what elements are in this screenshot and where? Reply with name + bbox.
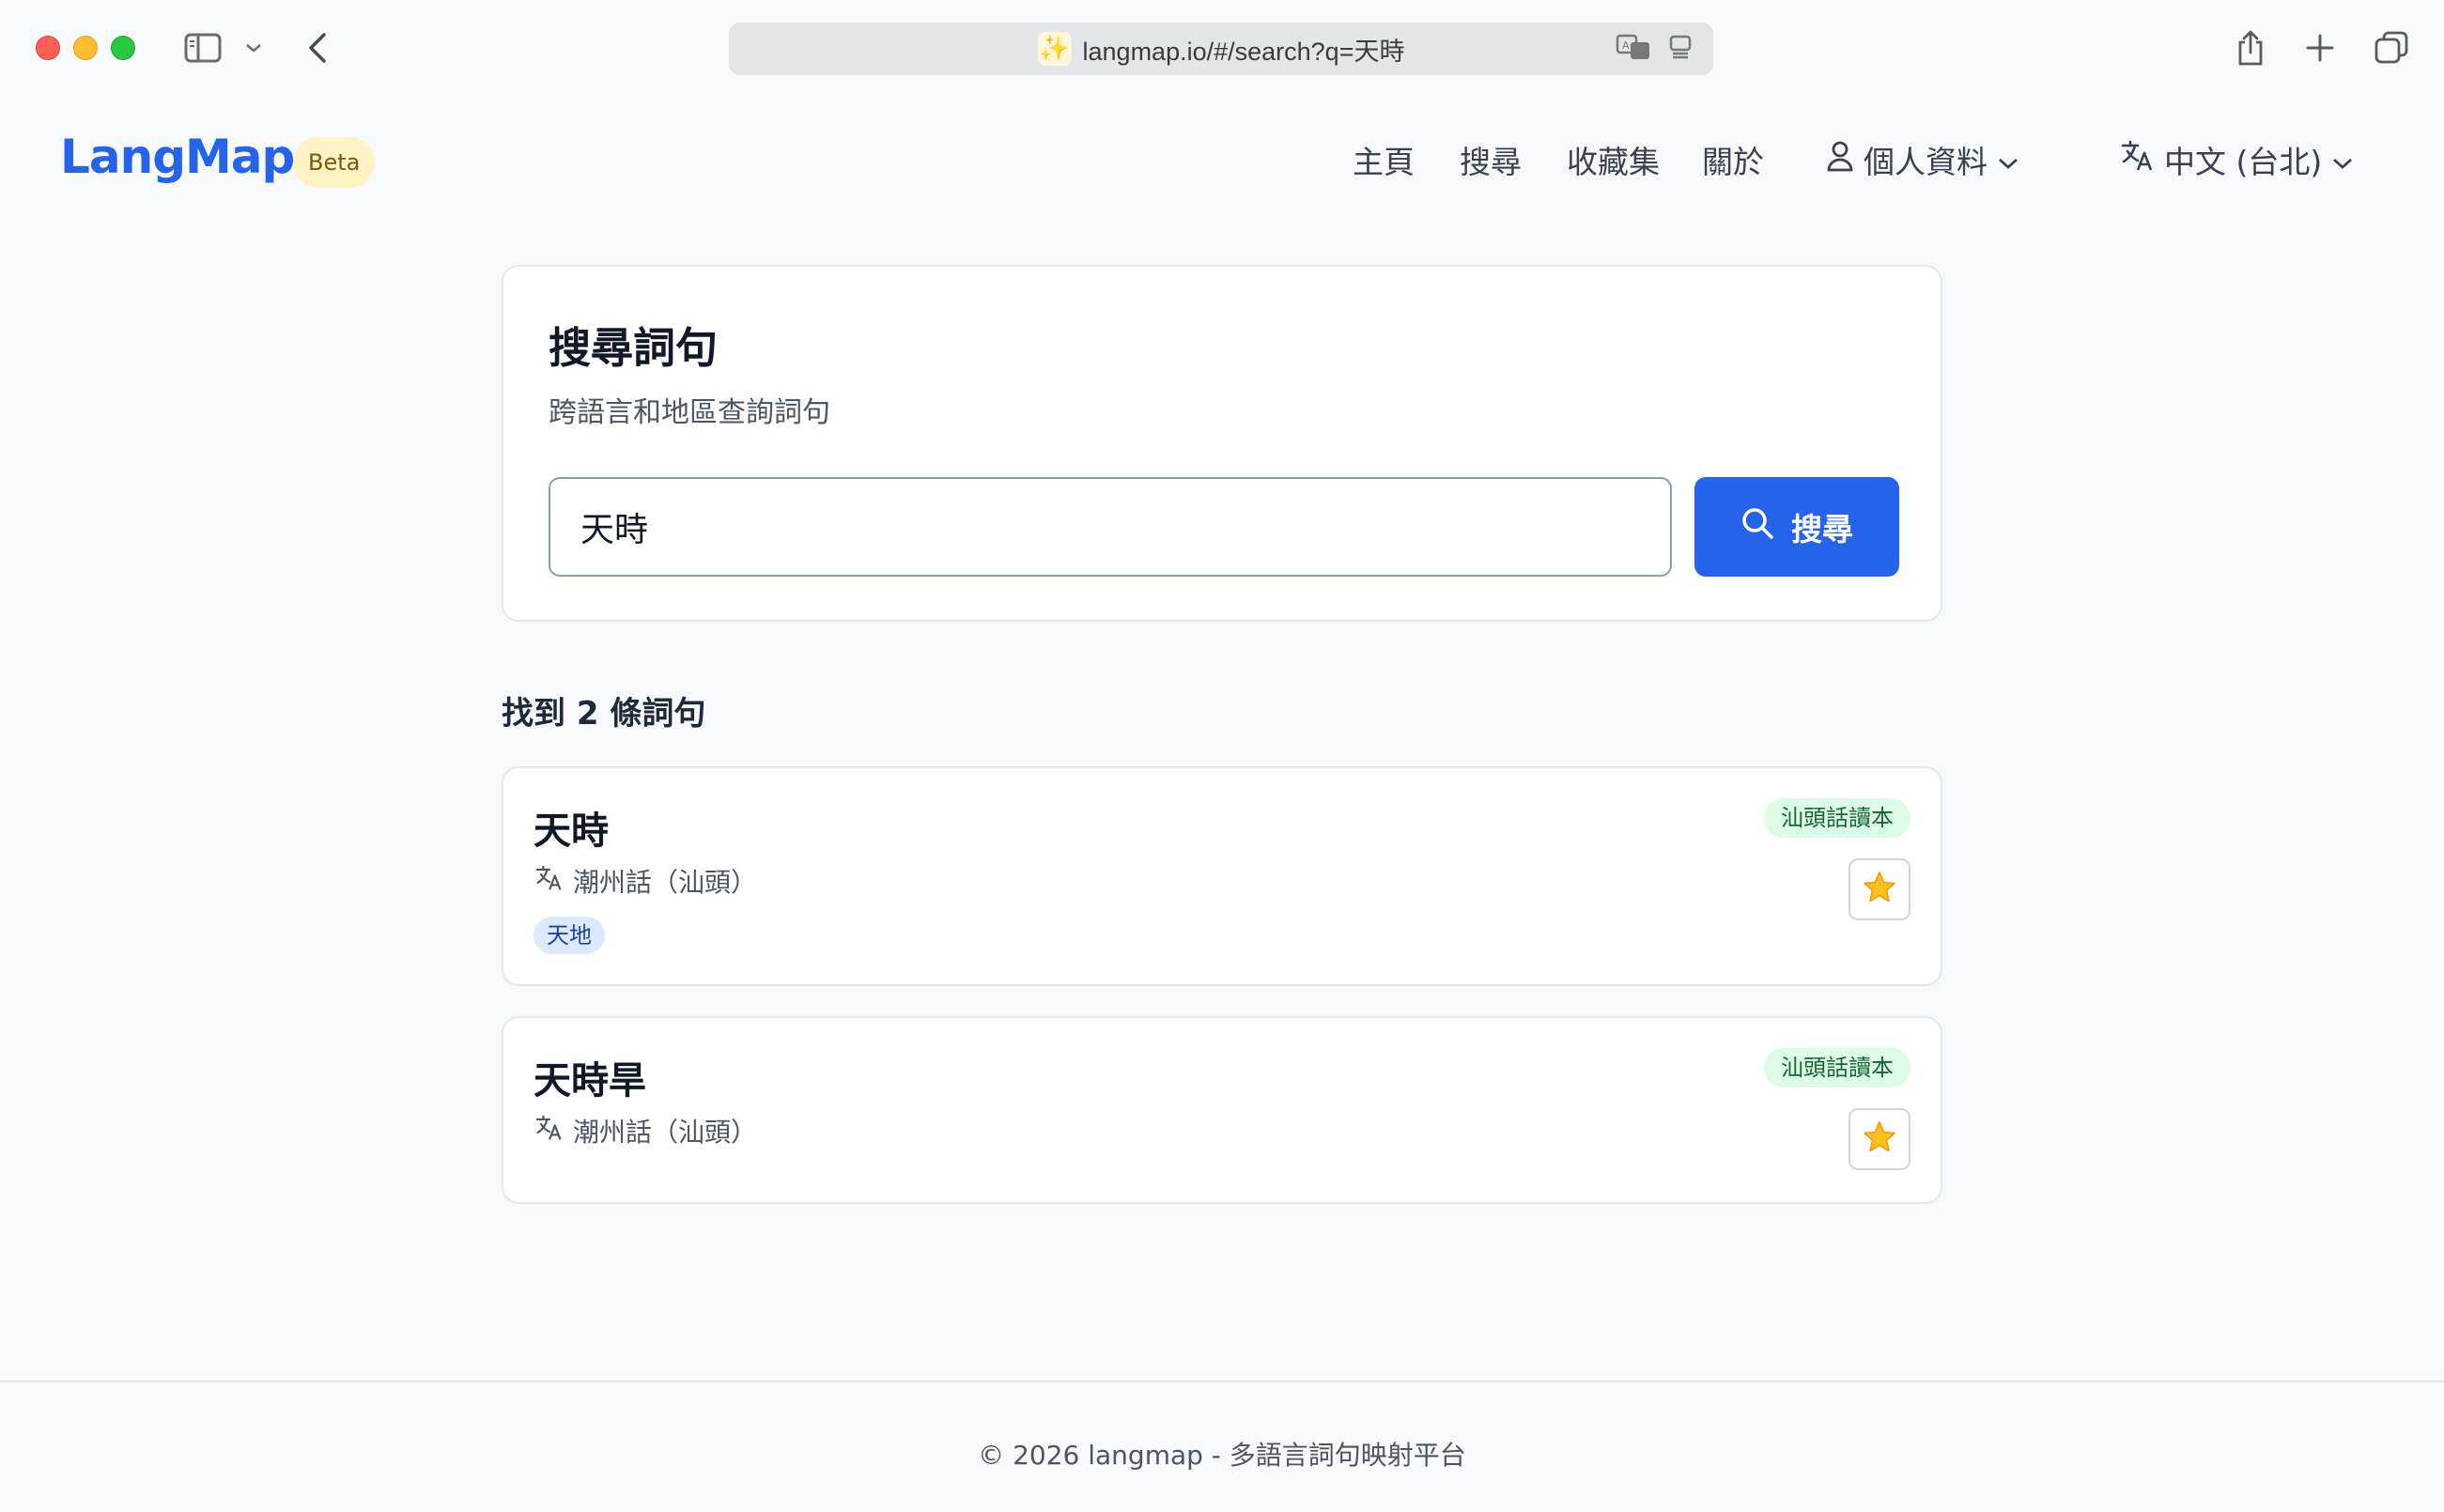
translate-icon[interactable]: A (1616, 33, 1651, 65)
sidebar-toggle-icon[interactable] (182, 28, 224, 68)
chevron-down-icon (1997, 142, 2019, 178)
search-title: 搜尋詞句 (549, 323, 719, 373)
browser-toolbar: ✨ langmap.io/#/search?q=天時 A (0, 0, 2444, 96)
chevron-down-icon[interactable] (240, 28, 267, 68)
tab-overview-icon[interactable] (2371, 28, 2412, 68)
source-badge: 汕頭話讀本 (1764, 1048, 1910, 1088)
minimize-window-button[interactable] (73, 36, 98, 60)
nav-profile-menu[interactable]: 個人資料 (1826, 137, 2019, 182)
results-count: 找到 2 條詞句 (502, 695, 706, 733)
chevron-down-icon (2331, 142, 2354, 178)
phrase-text[interactable]: 天時 (534, 800, 609, 855)
translate-icon (535, 1115, 564, 1148)
site-logo[interactable]: LangMap (60, 130, 295, 184)
phrase-text[interactable]: 天時旱 (534, 1050, 646, 1104)
footer-copyright: © 2026 langmap - 多語言詞句映射平台 (978, 1440, 1466, 1471)
language-name: 潮州話（汕頭） (573, 867, 758, 898)
source-badge: 汕頭話讀本 (1764, 798, 1910, 838)
translate-icon (2121, 140, 2155, 179)
share-icon[interactable] (2230, 28, 2271, 68)
search-button-label: 搜尋 (1791, 511, 1853, 548)
site-footer: © 2026 langmap - 多語言詞句映射平台 (0, 1381, 2444, 1512)
star-icon (1862, 870, 1897, 909)
search-subtitle: 跨語言和地區查詢詞句 (549, 396, 830, 429)
browser-window: ✨ langmap.io/#/search?q=天時 A LangMap Bet… (0, 0, 2444, 1512)
category-tag[interactable]: 天地 (534, 917, 605, 954)
star-icon (1862, 1119, 1897, 1159)
reader-icon[interactable] (1668, 34, 1693, 64)
search-button[interactable]: 搜尋 (1694, 477, 1899, 577)
search-card: 搜尋詞句 跨語言和地區查詢詞句 搜尋 (502, 265, 1942, 622)
user-icon (1826, 140, 1854, 179)
language-name: 潮州話（汕頭） (573, 1117, 758, 1148)
nav-profile-label: 個人資料 (1864, 144, 1988, 180)
language-selector[interactable]: 中文 (台北) (2121, 137, 2354, 182)
search-icon (1740, 506, 1774, 548)
url-text: langmap.io/#/search?q=天時 (1082, 37, 1405, 66)
nav-search[interactable]: 搜尋 (1460, 137, 1522, 182)
nav-home[interactable]: 主頁 (1353, 137, 1415, 182)
favorite-button[interactable] (1848, 1108, 1910, 1170)
back-arrow-icon[interactable] (299, 28, 336, 68)
language-row: 潮州話（汕頭） (535, 1112, 757, 1149)
favorite-button[interactable] (1848, 858, 1910, 920)
search-input[interactable] (549, 477, 1672, 577)
beta-badge: Beta (293, 137, 376, 188)
nav-collections[interactable]: 收藏集 (1567, 137, 1660, 182)
language-label: 中文 (台北) (2164, 144, 2323, 180)
plus-icon[interactable] (2299, 28, 2341, 68)
zoom-window-button[interactable] (111, 36, 135, 60)
result-card[interactable]: 天時旱 潮州話（汕頭） 汕頭話讀本 (502, 1016, 1942, 1204)
language-row: 潮州話（汕頭） (535, 862, 757, 900)
nav-about[interactable]: 關於 (1702, 137, 1764, 182)
address-bar[interactable]: ✨ langmap.io/#/search?q=天時 A (729, 23, 1713, 75)
site-header: LangMap Beta 主頁 搜尋 收藏集 關於 個人資料 中文 (台北) (0, 96, 2444, 218)
sparkles-icon: ✨ (1037, 32, 1072, 66)
result-card[interactable]: 天時 潮州話（汕頭） 天地 汕頭話讀本 (502, 766, 1942, 986)
svg-text:A: A (1622, 39, 1630, 52)
close-window-button[interactable] (36, 36, 60, 60)
translate-icon (535, 865, 564, 898)
